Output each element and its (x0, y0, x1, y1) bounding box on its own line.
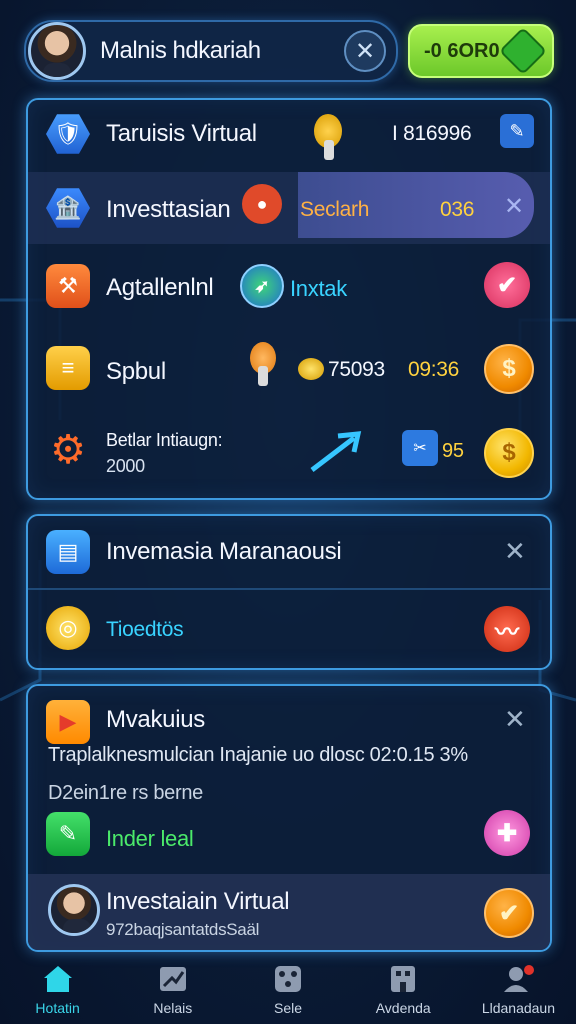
trend-arrow-icon (310, 431, 362, 472)
coin-button[interactable]: $ (484, 428, 534, 478)
investment-management-panel: ▤ Invemasia Maranaousi ✕ ◎ Tioedtös 〰 (26, 514, 552, 670)
footer-subtitle: 972baqjsantatdsSaäl (106, 920, 260, 939)
nav-stats[interactable]: Nelais (115, 956, 230, 1024)
bottom-nav: Hotatin Nelais Sele Avdenda Lldanadaun (0, 956, 576, 1024)
nav-stats-label: Nelais (153, 1000, 193, 1016)
player-header: Malnis hdkariah ✕ (24, 20, 398, 82)
bug-icon: ● (242, 184, 282, 224)
home-icon (41, 964, 75, 994)
panel3-item-label: Inder leal (106, 826, 194, 851)
bet-label: Betlar Intiaugn: (106, 430, 223, 450)
nav-home-label: Hotatin (35, 1000, 80, 1016)
panel2-item-label: Tioedtös (106, 618, 184, 641)
gear-icon: ⚙ (50, 428, 86, 472)
close-icon: ✕ (354, 37, 376, 65)
panel3-description: Traplalknesmulcian Inajanie uo dlosc 02:… (48, 744, 468, 766)
wallet-button[interactable]: -0 6OR0 (408, 24, 554, 78)
coin-icon (298, 358, 324, 380)
profile-icon (501, 964, 535, 994)
footer-check-button[interactable]: ✔ (484, 888, 534, 938)
dollar-icon-2: $ (502, 439, 516, 466)
timer: 09:36 (408, 358, 460, 381)
toolbox-icon: ✂ (402, 430, 438, 466)
gem-icon (498, 26, 548, 76)
wave-icon: 〰 (495, 618, 519, 646)
wallet-balance: -0 6OR0 (424, 39, 500, 62)
dollar-icon: $ (502, 355, 516, 382)
panel2-close-button[interactable]: ✕ (504, 536, 526, 567)
virtual-investments-panel: 🛡 Taruisis Virtual I 816996 ✎ 🏦 Investta… (26, 98, 552, 500)
coin-amount: 75093 (328, 358, 385, 381)
search-clear-button[interactable]: ✕ (504, 192, 524, 221)
dice-icon (271, 964, 305, 994)
check-button[interactable]: ✔ (484, 262, 530, 308)
panel3-action-button[interactable]: ✚ (484, 810, 530, 856)
bet-amount: 2000 (106, 456, 145, 476)
nav-agenda[interactable]: Avdenda (346, 956, 461, 1024)
divider (28, 588, 550, 590)
check-icon-2: ✔ (498, 899, 520, 927)
search-value: 036 (440, 198, 475, 221)
edit-icon[interactable]: ✎ (500, 114, 534, 148)
toolbox-count: 95 (442, 440, 464, 462)
tag-label: Inxtak (290, 276, 347, 301)
close-button[interactable]: ✕ (344, 30, 386, 72)
coins-icon: ◎ (46, 606, 90, 650)
nav-games-label: Sele (273, 1000, 303, 1016)
search-label: Seclarh (300, 198, 370, 221)
chart-icon (156, 964, 190, 994)
building-icon (386, 964, 420, 994)
gold-stack-icon: ≡ (46, 346, 90, 390)
play-icon: ▶ (46, 700, 90, 744)
shield-icon: 🛡 (46, 114, 90, 154)
pin-stem (324, 140, 334, 160)
wallet-icon: ▤ (46, 530, 90, 574)
player-name: Malnis hdkariah (100, 37, 261, 64)
total-value: I 816996 (392, 122, 472, 145)
panel-title: Taruisis Virtual (106, 120, 257, 147)
panel3-title: Mvakuius (106, 706, 205, 733)
check-icon: ✔ (496, 271, 518, 299)
compass-icon: ➶ (240, 264, 284, 308)
bandage-icon: ✚ (496, 819, 518, 847)
footer-title: Investaiain Virtual (106, 888, 290, 915)
panel3-subtext: D2ein1re rs berne (48, 782, 203, 804)
nav-home[interactable]: Hotatin (0, 956, 115, 1024)
panel2-title: Invemasia Maranaousi (106, 538, 342, 565)
panel2-action-button[interactable]: 〰 (484, 606, 530, 652)
nav-agenda-label: Avdenda (375, 1000, 431, 1016)
player-avatar[interactable] (28, 22, 86, 80)
pin-stem-2 (258, 366, 268, 386)
nav-profile[interactable]: Lldanadaun (461, 956, 576, 1024)
resource-label: Spbul (106, 358, 166, 385)
edit-note-icon: ✎ (46, 812, 90, 856)
investment-label: Investtasian (106, 196, 231, 223)
tools-icon: ⚒ (46, 264, 90, 308)
nav-games[interactable]: Sele (230, 956, 345, 1024)
nav-profile-label: Lldanadaun (481, 1000, 555, 1016)
dollar-button[interactable]: $ (484, 344, 534, 394)
category-label: Agtallenlnl (106, 274, 214, 301)
investor-avatar (48, 884, 100, 936)
panel3-close-button[interactable]: ✕ (504, 704, 526, 735)
market-panel: ▶ Mvakuius ✕ Traplalknesmulcian Inajanie… (26, 684, 552, 952)
